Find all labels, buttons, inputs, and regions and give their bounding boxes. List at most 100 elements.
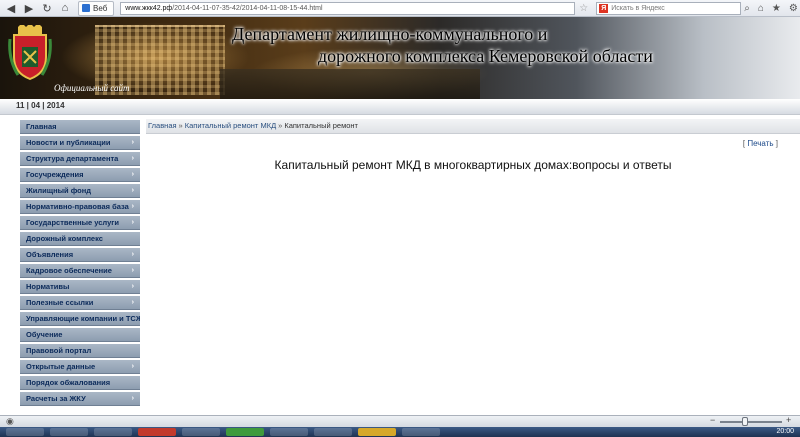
- browser-status-bar: ◉ − +: [0, 415, 800, 427]
- chevron-right-icon: ›: [131, 187, 134, 194]
- breadcrumb-bar: Главная» Капитальный ремонт МКД» Капитальн…: [146, 119, 800, 134]
- taskbar-app[interactable]: [314, 428, 352, 436]
- taskbar-app[interactable]: [270, 428, 308, 436]
- favorites-icon[interactable]: ★: [772, 3, 781, 14]
- taskbar-app[interactable]: [94, 428, 132, 436]
- department-title: Департамент жилищно-коммунального и доро…: [232, 23, 653, 67]
- browser-toolbar: ◀ ▶ ↻ ⌂ Веб www.жкк42.рф/2014-04-11-07-3…: [0, 0, 800, 17]
- sidebar-item-label: Полезные ссылки: [26, 298, 94, 307]
- address-bar[interactable]: www.жкк42.рф/2014-04-11-07-35-42/2014-04…: [120, 1, 576, 15]
- current-date: 11 | 04 | 2014: [16, 101, 65, 110]
- print-link[interactable]: Печать: [747, 139, 773, 148]
- zoom-slider-thumb[interactable]: [742, 417, 748, 426]
- search-placeholder: Искать в Яндекс: [611, 4, 665, 12]
- sidebar-item[interactable]: Расчеты за ЖКУ ›: [20, 392, 140, 406]
- coat-of-arms-icon: [8, 25, 52, 81]
- sidebar-item-label: Новости и публикации: [26, 138, 111, 147]
- home-icon[interactable]: ⌂: [58, 1, 72, 15]
- sidebar-item-label: Госучреждения: [26, 170, 84, 179]
- taskbar-start-button[interactable]: [6, 428, 44, 436]
- taskbar-app[interactable]: [138, 428, 176, 436]
- sidebar-item[interactable]: Нормативно-правовая база ›: [20, 200, 140, 214]
- settings-gear-icon[interactable]: ⚙: [789, 3, 798, 14]
- sidebar-item[interactable]: Порядок обжалования: [20, 376, 140, 390]
- sidebar-item[interactable]: Кадровое обеспечение ›: [20, 264, 140, 278]
- taskbar-app[interactable]: [50, 428, 88, 436]
- taskbar-app[interactable]: [226, 428, 264, 436]
- sidebar-item[interactable]: Нормативы ›: [20, 280, 140, 294]
- sidebar-item-label: Дорожный комплекс: [26, 234, 103, 243]
- chevron-right-icon: ›: [131, 267, 134, 274]
- sidebar-item[interactable]: Жилищный фонд ›: [20, 184, 140, 198]
- chevron-right-icon: ›: [131, 139, 134, 146]
- sidebar-item[interactable]: Управляющие компании и ТСЖ: [20, 312, 140, 326]
- chevron-right-icon: ›: [131, 395, 134, 402]
- chevron-right-icon: ›: [131, 203, 134, 210]
- sidebar-item[interactable]: Полезные ссылки ›: [20, 296, 140, 310]
- breadcrumb: Главная» Капитальный ремонт МКД» Капитальн…: [148, 121, 358, 130]
- breadcrumb-separator: »: [278, 121, 283, 130]
- sidebar-item[interactable]: Государственные услуги ›: [20, 216, 140, 230]
- zoom-out-icon[interactable]: −: [710, 415, 715, 425]
- yandex-search-input[interactable]: Я Искать в Яндекс: [596, 1, 742, 15]
- site-header-banner: Официальный сайт Департамент жилищно-ком…: [0, 17, 800, 99]
- sidebar-item-label: Объявления: [26, 250, 74, 259]
- sidebar-item-label: Главная: [26, 122, 57, 131]
- breadcrumb-section-link[interactable]: Капитальный ремонт МКД: [185, 121, 276, 130]
- chevron-right-icon: ›: [131, 251, 134, 258]
- title-line-1: Департамент жилищно-коммунального и: [232, 24, 548, 44]
- yandex-logo-icon: Я: [599, 3, 609, 13]
- sidebar-item-label: Нормативно-правовая база: [26, 202, 129, 211]
- date-strip: 11 | 04 | 2014: [0, 99, 800, 115]
- sidebar-item-label: Жилищный фонд: [26, 186, 92, 195]
- sidebar-item[interactable]: Структура департамента ›: [20, 152, 140, 166]
- search-icon[interactable]: ⌕: [744, 3, 750, 14]
- sidebar-item-label: Структура департамента: [26, 154, 119, 163]
- chevron-right-icon: ›: [131, 363, 134, 370]
- chevron-right-icon: ›: [131, 283, 134, 290]
- breadcrumb-home-link[interactable]: Главная: [148, 121, 177, 130]
- breadcrumb-separator: »: [178, 121, 183, 130]
- sidebar-item-label: Кадровое обеспечение: [26, 266, 112, 275]
- zoom-in-icon[interactable]: +: [786, 415, 791, 425]
- url-host: www.жкк42.рф: [125, 4, 173, 12]
- taskbar-clock: 20:00: [776, 428, 794, 435]
- os-taskbar: 20:00: [0, 427, 800, 437]
- tab-label: Веб: [93, 3, 108, 13]
- tab-favicon-icon: [82, 4, 90, 12]
- taskbar-app[interactable]: [358, 428, 396, 436]
- sidebar-item[interactable]: Объявления ›: [20, 248, 140, 262]
- sidebar-item[interactable]: Открытые данные ›: [20, 360, 140, 374]
- sidebar-item[interactable]: Дорожный комплекс: [20, 232, 140, 246]
- chevron-right-icon: ›: [131, 219, 134, 226]
- home-page-icon[interactable]: ⌂: [758, 3, 764, 14]
- sidebar-item[interactable]: Обучение: [20, 328, 140, 342]
- chevron-right-icon: ›: [131, 299, 134, 306]
- bookmark-star-icon[interactable]: ☆: [579, 3, 588, 14]
- browser-tab[interactable]: Веб: [78, 0, 115, 16]
- page-status-icon: ◉: [6, 416, 14, 426]
- sidebar-item-label: Расчеты за ЖКУ: [26, 394, 86, 403]
- sidebar-item-label: Открытые данные: [26, 362, 96, 371]
- chevron-right-icon: ›: [131, 155, 134, 162]
- forward-arrow-icon[interactable]: ▶: [22, 1, 36, 15]
- taskbar-app[interactable]: [182, 428, 220, 436]
- chevron-right-icon: ›: [131, 171, 134, 178]
- reload-icon[interactable]: ↻: [40, 1, 54, 15]
- title-line-2: дорожного комплекса Кемеровской области: [318, 46, 653, 66]
- sidebar-item-label: Правовой портал: [26, 346, 92, 355]
- back-arrow-icon[interactable]: ◀: [4, 1, 18, 15]
- sidebar-item[interactable]: Правовой портал: [20, 344, 140, 358]
- sidebar-item[interactable]: Госучреждения ›: [20, 168, 140, 182]
- taskbar-app[interactable]: [402, 428, 440, 436]
- sidebar-item-label: Обучение: [26, 330, 63, 339]
- sidebar-item-label: Государственные услуги: [26, 218, 120, 227]
- breadcrumb-current: Капитальный ремонт: [284, 121, 358, 130]
- sidebar-item[interactable]: Новости и публикации ›: [20, 136, 140, 150]
- print-link-wrapper: [ Печать ]: [742, 139, 778, 148]
- zoom-slider[interactable]: [720, 421, 782, 423]
- sidebar-menu: Главная Новости и публикации › Структура де…: [20, 120, 140, 408]
- url-path: /2014-04-11-07-35-42/2014-04-11-08-15-44…: [172, 4, 323, 12]
- page-title: Капитальный ремонт МКД в многоквартирных…: [274, 158, 672, 172]
- sidebar-item[interactable]: Главная: [20, 120, 140, 134]
